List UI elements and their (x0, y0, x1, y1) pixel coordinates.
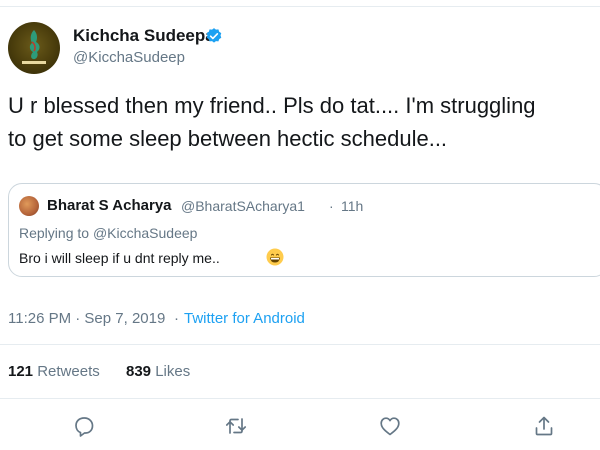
tweet-timestamp[interactable]: 11:26 PM · Sep 7, 2019 (8, 310, 165, 327)
author-handle[interactable]: @KicchaSudeep (73, 49, 185, 66)
quoted-tweet-card[interactable]: Bharat S Acharya @BharatSAcharya1 · 11h … (8, 183, 600, 277)
quoted-separator: · (329, 198, 334, 214)
verified-badge-icon (206, 28, 222, 43)
retweet-button[interactable] (224, 414, 250, 440)
likes-label: Likes (155, 363, 191, 380)
quoted-tweet-text: Bro i will sleep if u dnt reply me.. (19, 250, 220, 266)
quoted-author-name[interactable]: Bharat S Acharya (47, 197, 172, 214)
retweet-icon (225, 418, 247, 434)
author-avatar[interactable] (8, 22, 60, 74)
replying-to-line: Replying to @KicchaSudeep (19, 225, 197, 241)
retweets-label: Retweets (37, 363, 100, 380)
top-divider (0, 6, 600, 7)
tweet-text: U r blessed then my friend.. Pls do tat.… (8, 93, 536, 151)
grinning-face-emoji-icon (266, 248, 284, 266)
quoted-author-avatar[interactable] (19, 196, 39, 216)
reply-icon (75, 417, 94, 437)
meta-separator: · (174, 310, 179, 327)
likes-count: 839 (126, 363, 152, 380)
replying-to-handle[interactable]: @KicchaSudeep (93, 225, 198, 241)
retweets-stat[interactable]: 121 Retweets (8, 363, 100, 380)
replying-to-prefix: Replying to (19, 225, 93, 241)
like-icon (380, 417, 400, 436)
retweets-count: 121 (8, 363, 34, 380)
tweet-source-link[interactable]: Twitter for Android (184, 310, 305, 327)
share-button[interactable] (532, 414, 558, 440)
meta-divider (0, 344, 600, 345)
likes-stat[interactable]: 839 Likes (126, 363, 190, 380)
reply-button[interactable] (72, 414, 98, 440)
stats-divider (0, 398, 600, 399)
quoted-timestamp[interactable]: 11h (341, 198, 363, 214)
quoted-author-handle[interactable]: @BharatSAcharya1 (181, 198, 305, 214)
avatar-art-icon (22, 30, 46, 64)
share-icon (535, 416, 553, 436)
like-button[interactable] (378, 414, 404, 440)
author-display-name[interactable]: Kichcha Sudeepa (73, 26, 215, 46)
